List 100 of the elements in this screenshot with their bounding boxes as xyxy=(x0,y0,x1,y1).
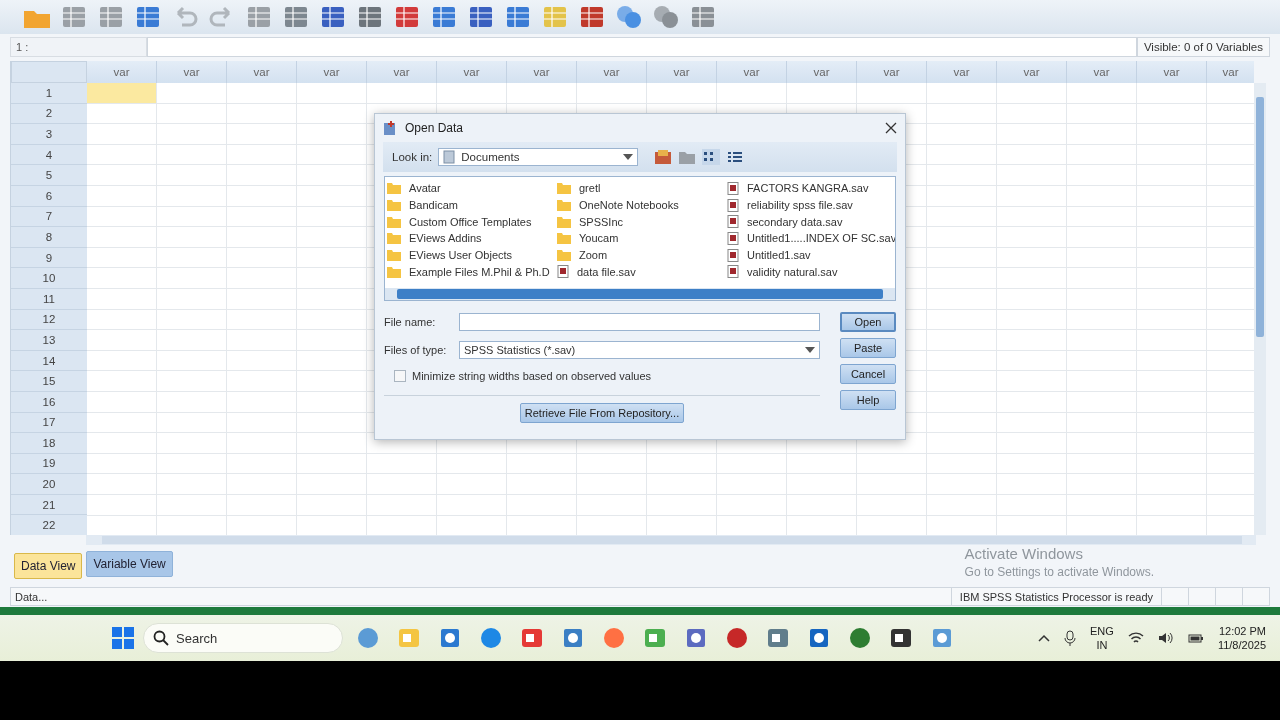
row-header[interactable]: 10 xyxy=(11,268,87,289)
row-header[interactable]: 9 xyxy=(11,247,87,269)
file-list-item[interactable]: Youcam xyxy=(557,230,727,247)
taskbar-search-field[interactable]: Search xyxy=(143,623,343,653)
file-list-item[interactable]: EViews User Objects xyxy=(387,246,557,264)
windows-start-icon[interactable] xyxy=(112,627,134,649)
file-list-item[interactable]: OneNote Notebooks xyxy=(557,196,727,214)
column-header[interactable]: var xyxy=(367,61,437,83)
horizontal-scrollbar[interactable] xyxy=(86,535,1256,545)
selected-cell[interactable] xyxy=(87,83,157,104)
row-header[interactable]: 16 xyxy=(11,391,87,413)
column-header[interactable]: var xyxy=(577,61,647,83)
column-header[interactable]: var xyxy=(1207,61,1254,83)
look-in-label: Look in: xyxy=(392,151,433,163)
row-header[interactable]: 22 xyxy=(11,515,87,535)
file-list-item[interactable]: gretl xyxy=(557,180,727,197)
details-view-icon[interactable] xyxy=(726,149,745,165)
file-list-item[interactable]: Bandicam xyxy=(387,196,557,214)
battery-icon[interactable] xyxy=(1187,632,1204,644)
circles-icon[interactable] xyxy=(614,3,644,31)
file-type-dropdown[interactable]: SPSS Statistics (*.sav) xyxy=(459,341,820,359)
row-header[interactable]: 11 xyxy=(11,288,87,310)
column-header[interactable]: var xyxy=(507,61,577,83)
folder-up-icon[interactable] xyxy=(654,149,673,165)
look-in-dropdown[interactable]: Documents xyxy=(438,148,639,166)
speaker-icon[interactable] xyxy=(1157,631,1174,645)
row-header[interactable]: 2 xyxy=(11,103,87,125)
column-header[interactable]: var xyxy=(857,61,927,83)
retrieve-button[interactable]: Retrieve File From Repository... xyxy=(519,403,685,423)
column-header[interactable]: var xyxy=(1067,61,1137,83)
dropdown-arrow-icon[interactable] xyxy=(623,154,634,160)
file-list-item[interactable]: validity natural.sav xyxy=(727,263,895,281)
row-header[interactable]: 20 xyxy=(11,474,87,495)
status-text: Data... xyxy=(14,589,49,605)
chevron-up-icon[interactable] xyxy=(1038,633,1051,643)
language-indicator[interactable]: ENG xyxy=(1090,624,1114,638)
row-header[interactable]: 19 xyxy=(11,453,87,475)
file-list-item[interactable]: data file.sav xyxy=(557,263,727,281)
column-header[interactable]: var xyxy=(157,61,227,83)
column-header[interactable]: var xyxy=(647,61,717,83)
file-list-item[interactable]: EViews Addins xyxy=(387,230,557,247)
microphone-icon[interactable] xyxy=(1064,630,1077,646)
dialog-button[interactable]: Open xyxy=(840,312,896,332)
row-header[interactable]: 1 xyxy=(11,83,87,104)
row-header[interactable]: 18 xyxy=(11,433,87,454)
row-header[interactable]: 4 xyxy=(11,144,87,166)
column-header[interactable]: var xyxy=(787,61,857,83)
clock-date[interactable]: 11/8/2025 xyxy=(1217,638,1266,652)
row-header[interactable]: 7 xyxy=(11,206,87,228)
visible-variables-count: Visible: 0 of 0 Variables xyxy=(1136,37,1270,57)
cell-editor-field[interactable] xyxy=(147,37,1137,57)
dropdown-arrow-icon[interactable] xyxy=(805,347,815,353)
row-header[interactable]: 12 xyxy=(11,309,87,331)
minimize-option-label: Minimize string widths based on observed values xyxy=(412,370,652,382)
file-list-item[interactable]: Example Files M.Phil & Ph.D xyxy=(387,263,557,281)
column-header[interactable]: var xyxy=(717,61,787,83)
row-header[interactable]: 3 xyxy=(11,124,87,145)
row-header[interactable]: 14 xyxy=(11,350,87,372)
data-file-icon xyxy=(727,248,739,262)
file-list-item[interactable]: Avatar xyxy=(387,180,557,197)
file-name-field[interactable] xyxy=(459,313,820,331)
clock-time[interactable]: 12:02 PM xyxy=(1218,624,1266,638)
wifi-icon[interactable] xyxy=(1127,631,1144,645)
data-file-icon xyxy=(727,265,739,279)
dialog-button[interactable]: Cancel xyxy=(840,364,896,384)
row-header[interactable]: 5 xyxy=(11,165,87,186)
file-list-item[interactable]: FACTORS KANGRA.sav xyxy=(727,180,895,197)
minimize-checkbox[interactable] xyxy=(394,370,406,382)
close-icon[interactable] xyxy=(885,122,897,134)
search-icon xyxy=(153,630,169,646)
row-header[interactable]: 8 xyxy=(11,227,87,248)
row-header[interactable]: 17 xyxy=(11,412,87,434)
column-header[interactable]: var xyxy=(297,61,367,83)
file-list-item[interactable]: secondary data.sav xyxy=(727,213,895,231)
file-list-item[interactable]: Zoom xyxy=(557,246,727,264)
column-header[interactable]: var xyxy=(927,61,997,83)
row-header[interactable]: 6 xyxy=(11,185,87,207)
row-header[interactable]: 15 xyxy=(11,371,87,392)
data-file-icon xyxy=(727,198,739,212)
view-tab[interactable]: Variable View xyxy=(86,551,173,577)
dialog-button[interactable]: Help xyxy=(840,390,896,410)
vertical-scrollbar[interactable] xyxy=(1254,83,1266,535)
view-tab[interactable]: Data View xyxy=(14,553,83,579)
new-folder-icon[interactable] xyxy=(678,149,697,165)
dialog-button[interactable]: Paste xyxy=(840,338,896,358)
horizontal-scrollbar[interactable] xyxy=(385,288,895,300)
file-list-item[interactable]: SPSSInc xyxy=(557,213,727,231)
column-header[interactable]: var xyxy=(997,61,1067,83)
file-list-item[interactable]: reliability spss file.sav xyxy=(727,196,895,214)
column-header[interactable]: var xyxy=(227,61,297,83)
column-header[interactable]: var xyxy=(87,61,157,83)
row-header[interactable]: 21 xyxy=(11,494,87,516)
file-list-item[interactable]: Untitled1.sav xyxy=(727,246,895,264)
row-header[interactable]: 13 xyxy=(11,330,87,351)
column-header[interactable]: var xyxy=(437,61,507,83)
column-header[interactable]: var xyxy=(1137,61,1207,83)
list-view-icon[interactable] xyxy=(702,149,721,165)
region-indicator[interactable]: IN xyxy=(1096,638,1108,652)
file-list-item[interactable]: Custom Office Templates xyxy=(387,213,557,231)
circles-icon[interactable] xyxy=(651,3,681,31)
